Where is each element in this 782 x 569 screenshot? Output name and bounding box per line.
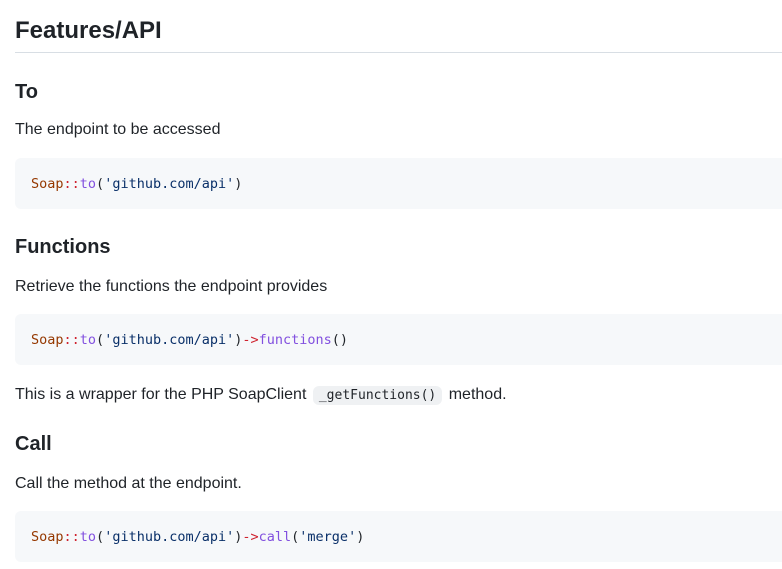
code-string: 'merge' <box>299 528 357 545</box>
code-operator: -> <box>242 331 259 348</box>
code-string: 'github.com/api' <box>104 175 235 192</box>
page-title: Features/API <box>15 17 162 44</box>
code-paren: ( <box>96 175 105 192</box>
section-description-functions: Retrieve the functions the endpoint prov… <box>15 278 328 295</box>
code-method: to <box>79 528 97 545</box>
code-operator: -> <box>242 528 259 545</box>
heading-divider <box>15 52 782 53</box>
code-block-functions[interactable]: Soap:: to('github.com/api') -> functions() <box>15 314 782 365</box>
section-heading-to: To <box>15 81 38 103</box>
code-class: Soap <box>31 331 64 348</box>
wrapper-note-text-end: method. <box>448 386 507 403</box>
wrapper-note: This is a wrapper for the PHP SoapClient… <box>15 384 507 407</box>
code-paren: ( <box>291 528 300 545</box>
code-method: call <box>258 528 292 545</box>
code-block-call[interactable]: Soap:: to('github.com/api') -> call('merge'… <box>15 511 782 562</box>
wrapper-note-text: This is a wrapper for the PHP SoapClient <box>15 386 307 403</box>
code-paren: () <box>331 331 349 348</box>
code-block-to[interactable]: Soap:: to('github.com/api') <box>15 158 782 209</box>
code-paren: ) <box>234 175 243 192</box>
code-method: to <box>79 175 97 192</box>
section-heading-functions: Functions <box>15 236 111 258</box>
code-method: to <box>79 331 97 348</box>
section-description-call: Call the method at the endpoint. <box>15 475 242 492</box>
code-paren: ( <box>96 331 105 348</box>
code-class: Soap <box>31 175 64 192</box>
code-paren: ) <box>356 528 365 545</box>
code-paren: ) <box>234 331 243 348</box>
code-method: functions <box>258 331 332 348</box>
code-class: Soap <box>31 528 64 545</box>
section-description-to: The endpoint to be accessed <box>15 121 221 138</box>
code-string: 'github.com/api' <box>104 528 235 545</box>
section-heading-call: Call <box>15 433 52 455</box>
readme-content: Features/API To The endpoint to be acces… <box>0 0 782 569</box>
code-operator: :: <box>63 331 80 348</box>
code-string: 'github.com/api' <box>104 331 235 348</box>
inline-code-getfunctions: _getFunctions() <box>312 386 443 405</box>
code-operator: :: <box>63 175 80 192</box>
code-paren: ) <box>234 528 243 545</box>
code-paren: ( <box>96 528 105 545</box>
code-operator: :: <box>63 528 80 545</box>
